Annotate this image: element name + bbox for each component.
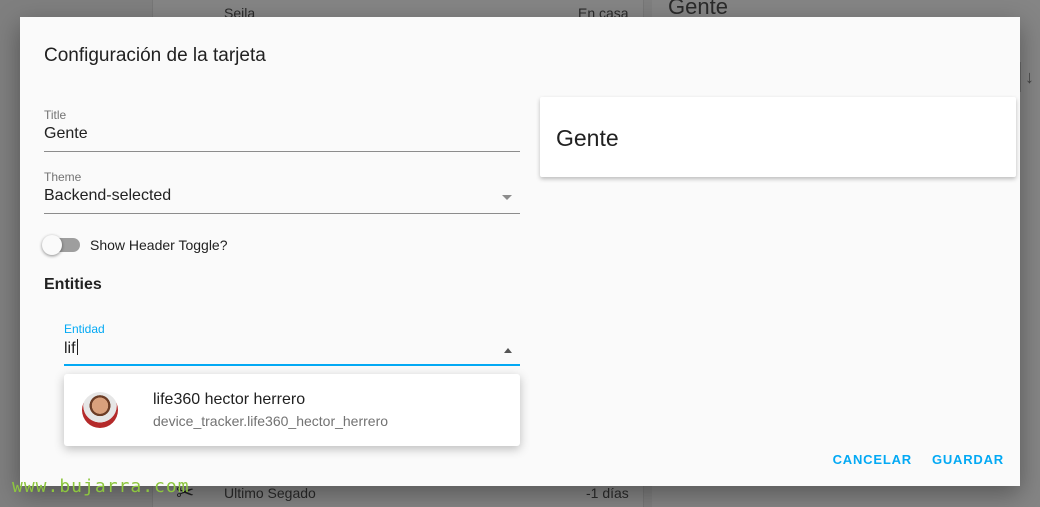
dialog-title: Configuración de la tarjeta [44, 45, 266, 66]
title-field[interactable]: Title Gente [44, 108, 520, 152]
header-toggle-label: Show Header Toggle? [90, 237, 228, 253]
suggestion-primary: life360 hector herrero [153, 391, 306, 408]
theme-select[interactable]: Theme Backend-selected [44, 170, 520, 214]
entity-field-label: Entidad [64, 322, 105, 336]
title-field-label: Title [44, 108, 67, 122]
dialog-actions: CANCELAR GUARDAR [813, 452, 1004, 467]
background-row-state: -1 días [586, 485, 629, 501]
toggle-thumb[interactable] [42, 235, 62, 255]
entity-input[interactable]: lif [64, 339, 520, 366]
entities-heading: Entities [44, 276, 102, 293]
entity-input-text: lif [64, 340, 76, 357]
suggestion-secondary: device_tracker.life360_hector_herrero [153, 413, 389, 429]
background-row-name: Ultimo Segado [224, 485, 316, 501]
header-toggle-row[interactable]: Show Header Toggle? [42, 235, 228, 255]
avatar [82, 392, 118, 428]
theme-select-label: Theme [44, 170, 82, 184]
arrow-down-icon: ↓ [1020, 62, 1040, 92]
suggestion-text: life360 hector herrero device_tracker.li… [153, 391, 388, 429]
theme-select-value[interactable]: Backend-selected [44, 187, 520, 214]
entity-suggestion-item[interactable]: life360 hector herrero device_tracker.li… [64, 374, 520, 446]
text-cursor [76, 339, 78, 355]
dropdown-arrow-icon[interactable] [502, 195, 512, 200]
preview-card-title: Gente [556, 125, 619, 151]
caret-up-icon[interactable] [504, 348, 512, 353]
card-preview: Gente [540, 97, 1016, 177]
title-input[interactable]: Gente [44, 125, 520, 152]
cancel-button[interactable]: CANCELAR [833, 452, 912, 467]
save-button[interactable]: GUARDAR [932, 452, 1004, 467]
theme-selected-value: Backend-selected [44, 187, 172, 204]
entity-picker[interactable]: Entidad lif [64, 322, 520, 366]
header-toggle-switch[interactable] [42, 235, 80, 255]
watermark: www.bujarra.com [12, 476, 190, 497]
card-config-dialog: Configuración de la tarjeta Title Gente … [20, 17, 1020, 486]
